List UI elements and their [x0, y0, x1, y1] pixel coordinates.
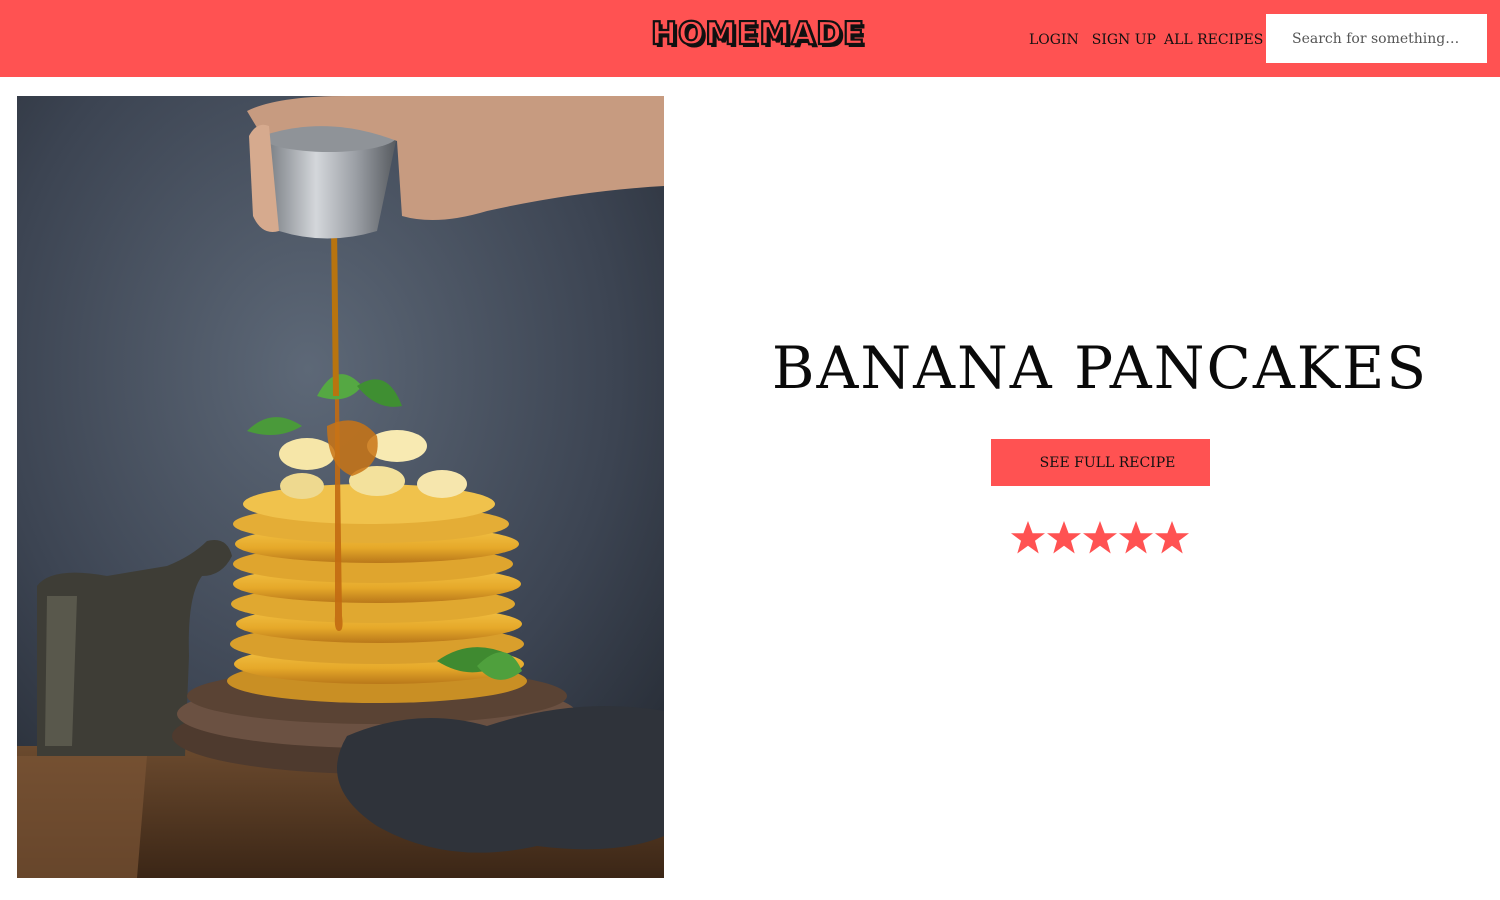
site-logo[interactable]: HOMEMADE — [650, 14, 865, 54]
see-full-recipe-button[interactable]: SEE FULL RECIPE — [991, 439, 1210, 486]
star-icon — [1155, 521, 1189, 554]
pancake-photo — [17, 96, 664, 878]
login-link[interactable]: LOGIN — [1029, 28, 1079, 52]
top-navigation-bar: HOMEMADE LOGIN SIGN UP ALL RECIPES — [0, 0, 1500, 77]
star-icon — [1047, 521, 1081, 554]
search-input[interactable] — [1266, 14, 1487, 63]
all-recipes-link[interactable]: ALL RECIPES — [1164, 28, 1263, 52]
recipe-title: BANANA PANCAKES — [771, 334, 1429, 402]
main-nav: LOGIN SIGN UP ALL RECIPES — [1029, 28, 1263, 52]
star-icon — [1083, 521, 1117, 554]
signup-link[interactable]: SIGN UP — [1092, 28, 1156, 52]
star-rating — [1010, 519, 1190, 557]
star-icon — [1119, 521, 1153, 554]
pancake-illustration — [17, 96, 664, 878]
star-icon — [1011, 521, 1045, 554]
